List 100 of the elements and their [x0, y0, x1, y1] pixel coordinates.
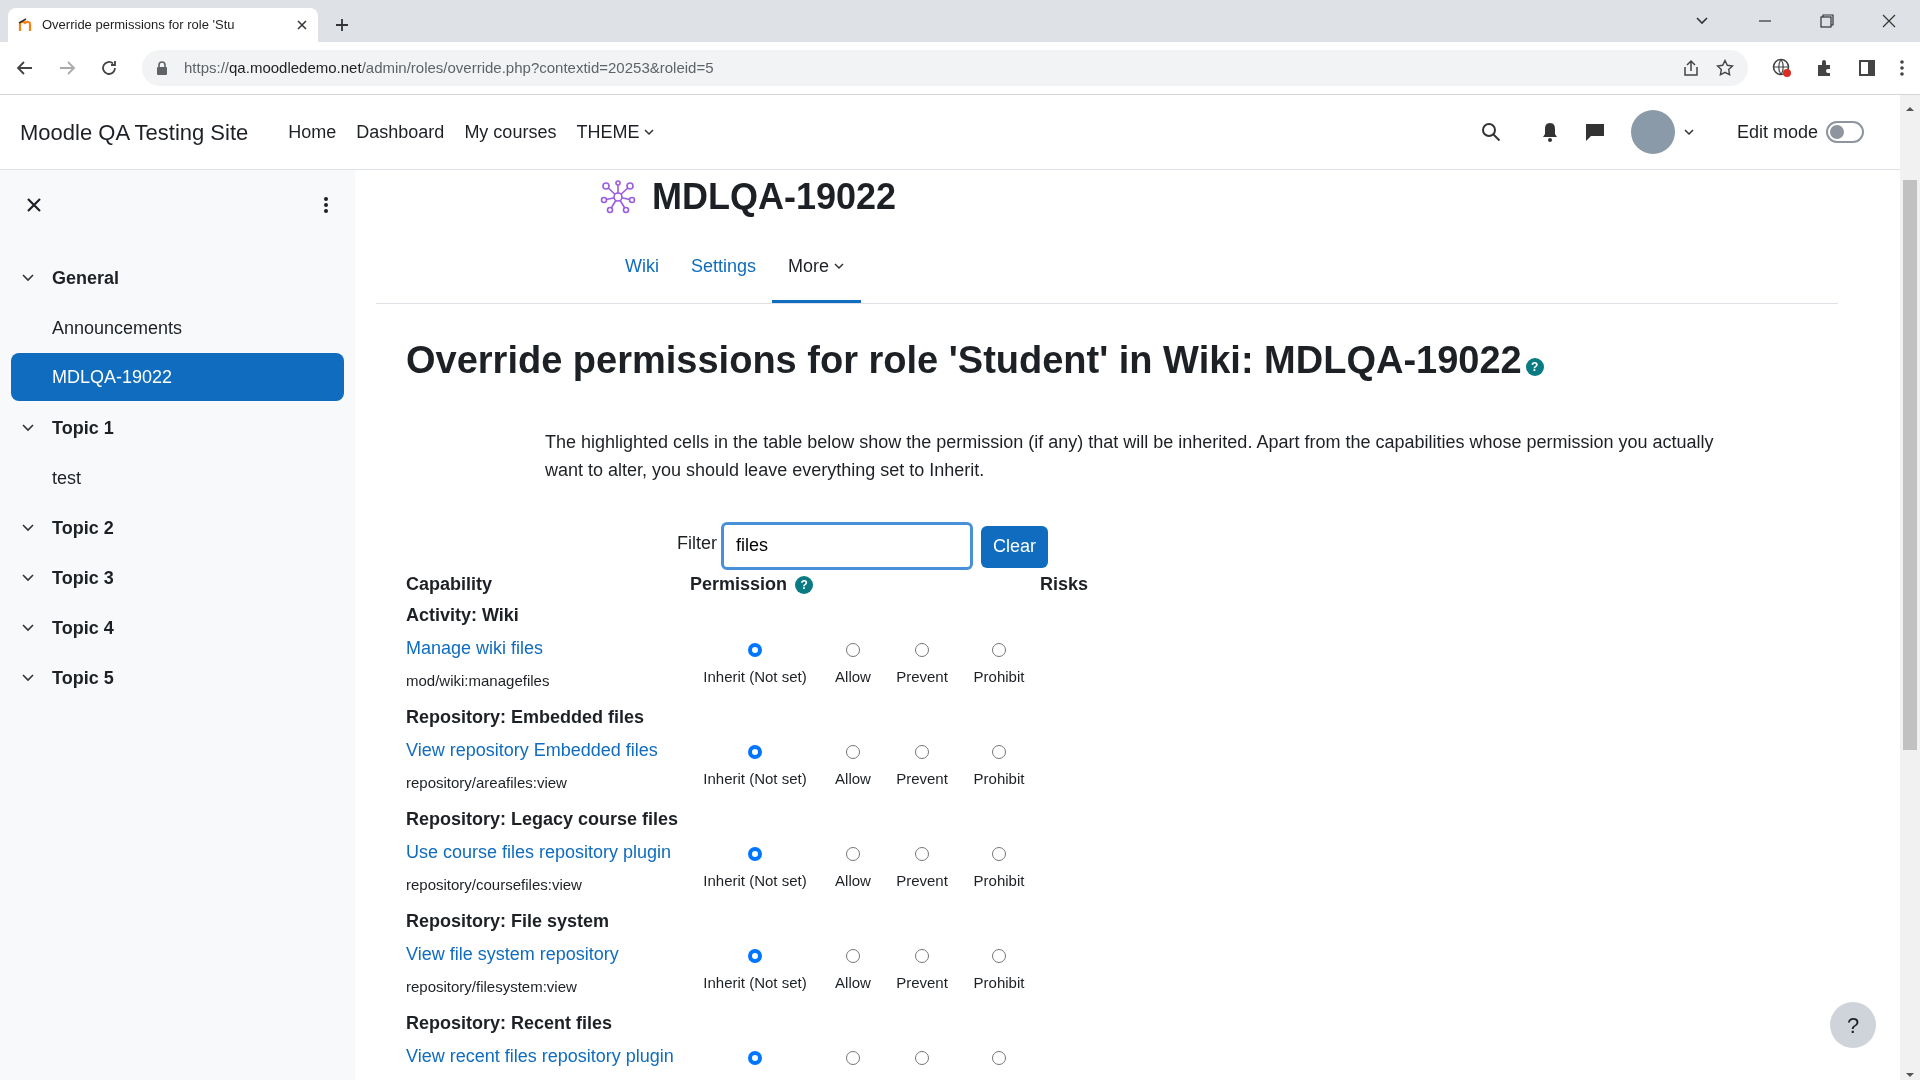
option-label: Prohibit: [973, 666, 1025, 687]
nav-link[interactable]: My courses: [464, 118, 557, 146]
radio-button[interactable]: [748, 948, 762, 963]
close-icon[interactable]: [26, 197, 42, 213]
nav-tab[interactable]: Wiki: [609, 232, 675, 303]
group-heading: Repository: File system: [406, 909, 610, 933]
radio-button[interactable]: [748, 642, 762, 657]
sidebar-item[interactable]: test: [0, 453, 355, 503]
option-label: Prohibit: [973, 768, 1025, 789]
globe-icon[interactable]: [1772, 58, 1792, 78]
site-name[interactable]: Moodle QA Testing Site: [20, 115, 249, 149]
radio-button[interactable]: [846, 846, 860, 861]
capability-link[interactable]: View file system repository: [406, 940, 690, 968]
caret-icon: [643, 126, 656, 138]
radio-button[interactable]: [992, 1050, 1006, 1065]
capability-link[interactable]: Manage wiki files: [406, 634, 690, 662]
lock-icon: [156, 61, 168, 75]
capability-link[interactable]: View recent files repository plugin: [406, 1042, 690, 1070]
radio-button[interactable]: [748, 1050, 762, 1065]
option-label: Allow: [835, 972, 871, 993]
scrollbar-thumb[interactable]: [1903, 180, 1917, 750]
sidebar-section[interactable]: Topic 5: [0, 653, 355, 703]
help-icon[interactable]: ?: [795, 575, 814, 594]
nav-link[interactable]: Dashboard: [356, 118, 445, 146]
moodle-logo-icon: [18, 17, 34, 33]
option-label: Prevent: [896, 666, 948, 687]
clear-button[interactable]: Clear: [981, 525, 1048, 568]
plus-icon[interactable]: [334, 17, 350, 33]
sidebar-section[interactable]: General: [0, 253, 355, 303]
radio-button[interactable]: [915, 642, 929, 657]
group-heading: Repository: Recent files: [406, 1011, 613, 1035]
nav-link[interactable]: Home: [288, 118, 337, 146]
sidebar-section[interactable]: Topic 3: [0, 553, 355, 603]
option-label: Inherit (Not set): [703, 870, 807, 891]
page-heading: Override permissions for role 'Student' in Wiki: MDLQA-19022: [406, 338, 1522, 383]
filter-input[interactable]: files: [721, 521, 973, 570]
capability-code: mod/wiki:managefiles: [406, 670, 551, 691]
back-arrow-icon[interactable]: [16, 59, 34, 77]
option-label: Prevent: [896, 768, 948, 789]
capability-link[interactable]: View repository Embedded files: [406, 736, 690, 764]
option-label: Inherit (Not set): [703, 666, 807, 687]
filter-label: Filter: [677, 531, 717, 555]
chat-bubble-icon[interactable]: [1584, 122, 1605, 142]
capability-code: repository/coursefiles:view: [406, 874, 583, 895]
caret-icon: [833, 260, 846, 272]
radio-button[interactable]: [915, 744, 929, 759]
kebab-menu-icon[interactable]: [323, 196, 329, 214]
group-heading: Activity: Wiki: [406, 603, 519, 627]
search-icon[interactable]: [1480, 122, 1501, 142]
radio-button[interactable]: [915, 846, 929, 861]
radio-button[interactable]: [992, 744, 1006, 759]
capability-link[interactable]: Use course files repository plugin: [406, 838, 690, 866]
radio-button[interactable]: [846, 1050, 860, 1065]
option-label: Prohibit: [973, 972, 1025, 993]
close-icon[interactable]: [296, 19, 308, 31]
capability-code: repository/areafiles:view: [406, 772, 568, 793]
browser-tab[interactable]: Override permissions for role 'Stu: [8, 8, 318, 42]
radio-button[interactable]: [992, 642, 1006, 657]
sidebar-section[interactable]: Topic 2: [0, 503, 355, 553]
nav-link[interactable]: THEME: [576, 118, 656, 146]
caret-icon[interactable]: [1682, 126, 1695, 138]
option-label: Allow: [835, 870, 871, 891]
capability-code: repository/filesystem:view: [406, 976, 578, 997]
reload-icon[interactable]: [100, 59, 118, 77]
close-icon[interactable]: [1882, 14, 1896, 28]
sidebar-item[interactable]: Announcements: [0, 303, 355, 353]
column-header: Risks: [1040, 573, 1089, 597]
radio-button[interactable]: [748, 846, 762, 861]
restore-icon[interactable]: [1820, 14, 1834, 28]
option-label: Prevent: [896, 972, 948, 993]
help-button[interactable]: ?: [1830, 1002, 1876, 1048]
help-icon[interactable]: ?: [1525, 357, 1544, 376]
side-panel-icon[interactable]: [1858, 59, 1876, 77]
radio-button[interactable]: [846, 642, 860, 657]
sidebar-item[interactable]: MDLQA-19022: [11, 353, 344, 401]
group-heading: Repository: Legacy course files: [406, 807, 679, 831]
sidebar-section[interactable]: Topic 4: [0, 603, 355, 653]
nav-tab[interactable]: More: [772, 232, 862, 303]
page-title: MDLQA-19022: [652, 175, 897, 219]
radio-button[interactable]: [992, 948, 1006, 963]
column-header: Capability: [406, 573, 493, 597]
share-icon[interactable]: [1682, 59, 1700, 77]
bell-icon[interactable]: [1540, 122, 1559, 142]
nav-tab[interactable]: Settings: [675, 232, 773, 303]
sidebar-section[interactable]: Topic 1: [0, 403, 355, 453]
kebab-menu-icon[interactable]: [1900, 59, 1904, 77]
radio-button[interactable]: [915, 948, 929, 963]
edit-mode-label: Edit mode: [1736, 120, 1818, 144]
edit-mode-toggle[interactable]: [1826, 121, 1864, 143]
radio-button[interactable]: [748, 744, 762, 759]
radio-button[interactable]: [915, 1050, 929, 1065]
radio-button[interactable]: [846, 948, 860, 963]
group-heading: Repository: Embedded files: [406, 705, 645, 729]
avatar[interactable]: [1630, 110, 1675, 154]
option-label: Allow: [835, 666, 871, 687]
star-icon[interactable]: [1716, 59, 1734, 77]
tab-title: Override permissions for role 'Stu: [42, 16, 236, 35]
radio-button[interactable]: [846, 744, 860, 759]
address-bar[interactable]: https://qa.moodledemo.net/admin/roles/override.php?contextid=20253&roleid=5: [142, 50, 1748, 86]
radio-button[interactable]: [992, 846, 1006, 861]
